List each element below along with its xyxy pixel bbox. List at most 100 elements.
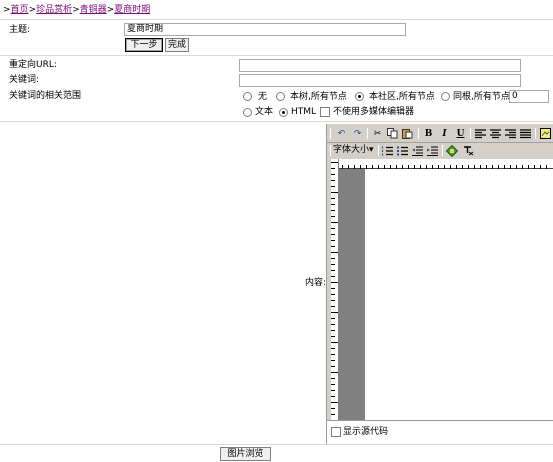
- toolbar-separator: [330, 128, 331, 139]
- align-right-icon[interactable]: [504, 127, 517, 140]
- ruler-tick: [331, 246, 335, 247]
- ruler-tick: [331, 318, 335, 319]
- ruler-tick: [331, 198, 335, 199]
- italic-icon[interactable]: I: [438, 127, 451, 140]
- ruler-tick: [331, 174, 335, 175]
- format-text-label: 文本: [255, 107, 274, 117]
- underline-icon[interactable]: U: [454, 127, 467, 140]
- ruler-tick: [331, 354, 335, 355]
- redo-icon[interactable]: ↷: [351, 127, 364, 140]
- toolbar-separator: [442, 145, 443, 156]
- breadcrumb-separator: >: [72, 5, 80, 15]
- ruler-tick: [331, 414, 335, 415]
- ruler-tick: [331, 306, 335, 307]
- ruler-tick: [331, 186, 335, 187]
- ruler-tick: [331, 408, 335, 409]
- ruler-tick: [331, 378, 335, 379]
- image-icon[interactable]: [539, 127, 552, 140]
- indent-icon[interactable]: [426, 144, 439, 157]
- vertical-ruler: [331, 159, 339, 420]
- outdent-icon[interactable]: [411, 144, 424, 157]
- ruler-tick: [331, 252, 338, 253]
- ruler-tick: [331, 324, 335, 325]
- copy-icon[interactable]: [386, 127, 399, 140]
- scope-same-root-radio[interactable]: [441, 92, 450, 101]
- cut-icon[interactable]: ✂: [371, 127, 384, 140]
- background-color-icon[interactable]: [445, 144, 458, 157]
- scope-none-label: 无: [258, 92, 268, 102]
- subject-label: 主题:: [9, 25, 31, 35]
- ruler-tick: [331, 336, 335, 337]
- redirect-url-input[interactable]: [239, 59, 521, 72]
- align-left-icon[interactable]: [474, 127, 487, 140]
- scope-tree-label: 本树,所有节点: [290, 92, 347, 102]
- subject-input[interactable]: 夏商时期: [124, 23, 406, 36]
- font-size-label: 字体大小: [333, 145, 370, 155]
- toolbar-separator: [330, 145, 331, 156]
- toolbar-separator: [367, 128, 368, 139]
- no-media-editor-checkbox[interactable]: [320, 107, 330, 117]
- redirect-url-label: 重定向URL:: [9, 60, 57, 70]
- paste-icon[interactable]: [401, 127, 414, 140]
- horizontal-ruler: [339, 159, 553, 169]
- show-source-checkbox[interactable]: [331, 427, 341, 437]
- format-html-label: HTML: [291, 107, 317, 117]
- scope-community-radio[interactable]: [355, 92, 364, 101]
- align-center-icon[interactable]: [489, 127, 502, 140]
- editor-content-area[interactable]: [365, 169, 553, 420]
- justify-icon[interactable]: [519, 127, 532, 140]
- ruler-tick: [331, 348, 335, 349]
- toolbar-separator: [470, 128, 471, 139]
- ruler-tick: [331, 234, 335, 235]
- breadcrumb: >首页>珍品赏析>青铜器>夏商时期: [3, 2, 150, 15]
- ruler-tick: [331, 228, 335, 229]
- dropdown-arrow-icon: ▾: [369, 145, 374, 155]
- bold-icon[interactable]: B: [422, 127, 435, 140]
- toolbar-row-2: 字体大小▾: [327, 143, 553, 158]
- scope-tree-radio[interactable]: [276, 92, 285, 101]
- no-media-editor-label: 不使用多媒体编辑器: [333, 107, 415, 117]
- ruler-tick: [331, 396, 335, 397]
- divider: [0, 55, 553, 56]
- ruler-tick: [331, 300, 335, 301]
- breadcrumb-treasures[interactable]: 珍品赏析: [36, 5, 72, 15]
- keywords-input[interactable]: [239, 74, 521, 87]
- keywords-label: 关键词:: [9, 75, 40, 85]
- toolbar-separator: [418, 128, 419, 139]
- scope-none-radio[interactable]: [243, 92, 252, 101]
- divider: [0, 19, 553, 20]
- breadcrumb-prefix: >: [3, 5, 11, 15]
- ordered-list-icon[interactable]: [381, 144, 394, 157]
- finish-button[interactable]: 完成: [165, 38, 189, 52]
- scope-count-input[interactable]: 0: [509, 90, 549, 103]
- editor-margin: [339, 169, 365, 420]
- ruler-tick: [331, 216, 335, 217]
- ruler-tick: [331, 366, 335, 367]
- breadcrumb-home[interactable]: 首页: [11, 5, 29, 15]
- font-size-dropdown[interactable]: 字体大小▾: [333, 145, 374, 156]
- ruler-tick: [331, 372, 338, 373]
- breadcrumb-xia-shang[interactable]: 夏商时期: [114, 5, 150, 15]
- ruler-tick: [331, 342, 338, 343]
- ruler-tick: [331, 330, 335, 331]
- rich-text-editor: ↶ ↷ ✂ B I U 字体大小▾ 显示源代码: [326, 124, 553, 444]
- undo-icon[interactable]: ↶: [335, 127, 348, 140]
- ruler-tick: [331, 294, 335, 295]
- image-browse-button[interactable]: 图片浏览: [220, 447, 271, 461]
- breadcrumb-bronzeware[interactable]: 青铜器: [80, 5, 107, 15]
- scope-same-root-label: 同根,所有节点: [453, 92, 510, 102]
- ruler-tick: [331, 384, 335, 385]
- next-button[interactable]: 下一步: [125, 38, 163, 52]
- ruler-tick: [331, 240, 335, 241]
- ruler-tick: [331, 192, 338, 193]
- content-label: 内容:: [305, 278, 327, 288]
- unordered-list-icon[interactable]: [396, 144, 409, 157]
- clear-format-icon[interactable]: [462, 144, 475, 157]
- ruler-tick: [331, 258, 335, 259]
- format-html-radio[interactable]: [279, 108, 288, 117]
- format-text-radio[interactable]: [243, 108, 252, 117]
- ruler-tick: [331, 168, 335, 169]
- toolbar-separator: [535, 128, 536, 139]
- toolbar-row-1: ↶ ↷ ✂ B I U: [327, 126, 553, 141]
- scope-community-label: 本社区,所有节点: [369, 92, 435, 102]
